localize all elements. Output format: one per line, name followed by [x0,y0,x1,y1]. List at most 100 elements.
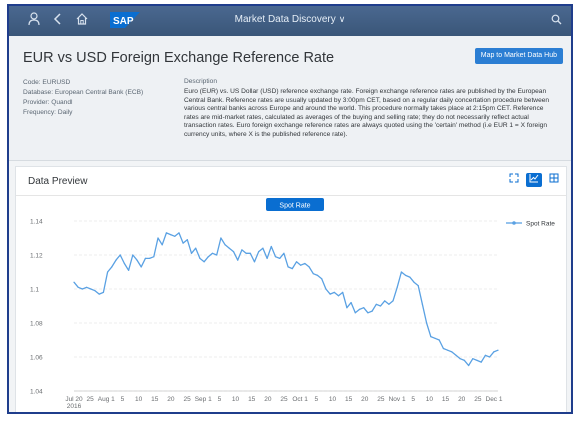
data-point [157,237,159,239]
data-point [107,271,109,273]
data-point [480,361,482,363]
x-tick-label: Jul 20 [65,396,83,403]
fullscreen-icon[interactable] [506,173,522,187]
data-point [266,257,268,259]
data-point [489,356,491,358]
data-point [396,286,398,288]
data-point [111,266,113,268]
x-tick-label: 20 [361,396,369,403]
x-tick-label: Sep 1 [195,396,212,403]
data-point [468,364,470,367]
data-point [405,274,407,276]
data-point [295,261,298,263]
data-point [325,288,327,290]
data-point [216,254,218,256]
x-tick-label: 10 [232,396,240,403]
x-tick-label: 20 [167,396,175,403]
data-point [447,349,449,351]
data-point [270,245,272,248]
data-point [186,239,188,241]
data-point [190,252,193,254]
map-to-market-data-hub-button[interactable]: Map to Market Data Hub [474,48,563,64]
data-point [144,257,146,259]
data-point [73,281,75,283]
data-point [350,302,352,304]
x-tick-label: Dec 1 [486,396,503,403]
data-point [279,257,281,259]
data-point [455,354,457,356]
x-tick-label: 20 [264,396,272,403]
y-tick-label: 1.04 [30,389,43,396]
data-point [421,303,423,305]
data-point [228,247,230,249]
legend-marker [512,221,516,225]
data-point [119,254,121,256]
data-point [123,262,125,265]
data-point [207,256,209,258]
data-point [241,249,243,251]
x-tick-label: 5 [411,396,415,403]
data-point [337,295,340,297]
y-tick-label: 1.08 [30,321,43,328]
object-header: EUR vs USD Foreign Exchange Reference Ra… [9,36,571,161]
data-point [371,310,373,312]
data-point [182,242,184,244]
data-point [430,336,432,338]
data-point [132,254,134,256]
data-point [484,354,486,356]
shell-title[interactable]: Market Data Discovery ∨ [9,14,571,25]
series-line [73,232,499,367]
data-point [417,285,419,287]
x-tick-label: 15 [442,396,450,403]
x-tick-label: 25 [183,396,191,403]
x-tick-label: 25 [87,396,95,403]
data-point [199,257,201,259]
data-point [400,271,402,273]
data-point [493,351,495,353]
data-point [304,262,306,265]
data-point [98,293,100,295]
data-point [472,358,474,360]
metadata-list: Code: EURUSD Database: European Central … [23,78,143,118]
x-tick-label: 5 [218,396,222,403]
data-point [300,264,302,266]
data-point [211,252,214,254]
data-point [136,259,138,261]
data-point [224,244,226,246]
shell-title-text[interactable]: Market Data Discovery [235,14,336,25]
x-tick-label: 10 [426,396,434,403]
x-year-label: 2016 [67,403,82,410]
data-point [321,278,323,280]
x-tick-label: Nov 1 [389,396,406,403]
data-point [115,259,117,261]
data-point [342,291,344,293]
x-tick-label: 25 [280,396,288,403]
data-point [392,300,394,302]
data-point [283,252,285,254]
line-chart-icon[interactable] [526,173,542,187]
x-tick-label: 15 [151,396,159,403]
app-window: SAP Market Data Discovery ∨ EUR vs USD Fo… [7,4,573,414]
x-tick-label: 15 [345,396,353,403]
table-icon[interactable] [546,173,562,187]
data-point [90,288,92,290]
spot-rate-chart: Spot Rate 1.14 1.12 1.1 1.08 1.06 1.04 Jul 20 25… [30,198,555,410]
chevron-down-icon[interactable]: ∨ [339,14,346,24]
data-point [358,308,361,310]
data-point [149,257,151,259]
search-icon[interactable] [551,13,562,29]
data-point [174,235,176,237]
data-point [258,251,260,253]
code-field: Code: EURUSD [23,79,71,86]
data-point [434,337,436,339]
data-point [426,322,428,324]
data-point [220,237,222,239]
data-point [128,269,130,271]
data-point [262,247,264,249]
data-point [140,266,142,268]
data-preview-title: Data Preview [28,176,88,187]
data-point [442,347,444,350]
chart-title: Spot Rate [279,203,310,210]
data-point [413,281,415,283]
x-tick-label: 5 [121,396,125,403]
